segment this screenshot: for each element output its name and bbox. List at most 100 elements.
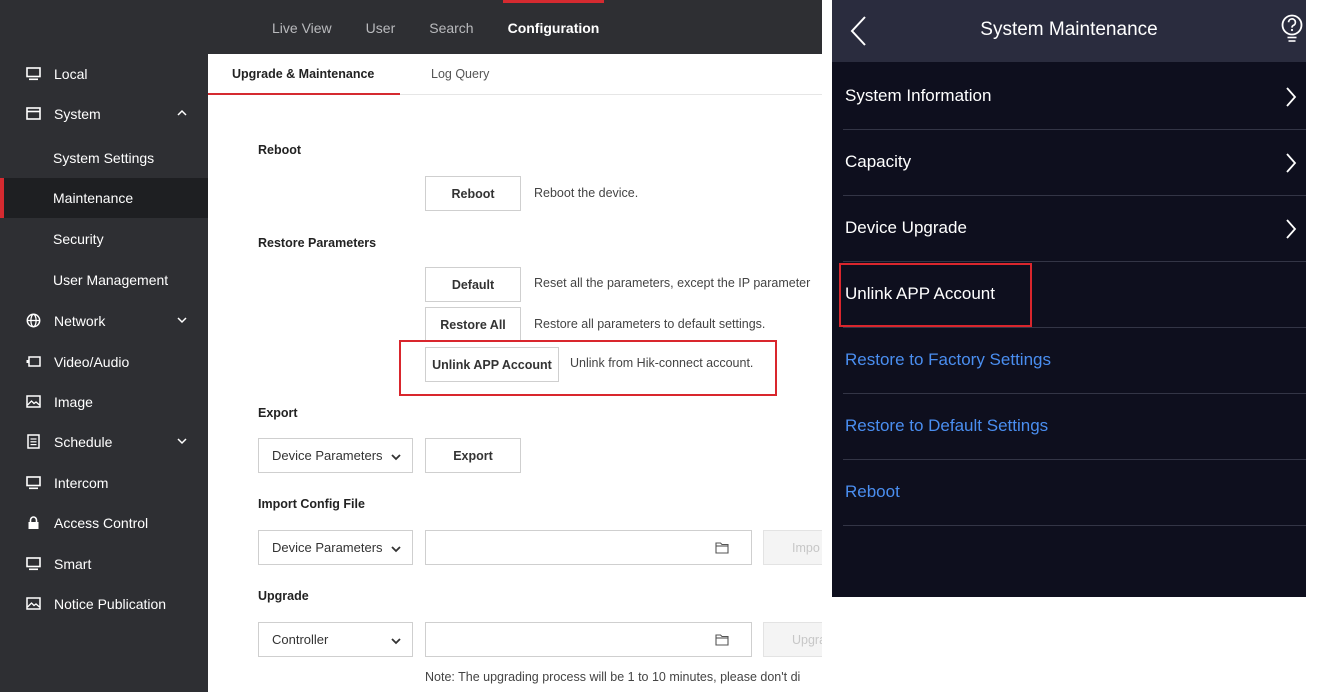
- upgrade-target-select[interactable]: Controller: [258, 622, 413, 657]
- import-section-title: Import Config File: [258, 497, 365, 511]
- reboot-description: Reboot the device.: [534, 186, 639, 200]
- import-type-select[interactable]: Device Parameters: [258, 530, 413, 565]
- sidebar-item-image[interactable]: Image: [0, 382, 208, 422]
- sidebar-item-label: Notice Publication: [54, 596, 167, 612]
- mobile-row-label: Restore to Factory Settings: [845, 350, 1051, 369]
- nav-search[interactable]: Search: [412, 0, 490, 54]
- restore-all-button[interactable]: Restore All: [425, 307, 521, 342]
- folder-icon[interactable]: [715, 541, 729, 554]
- mobile-row-device-upgrade[interactable]: Device Upgrade: [832, 196, 1306, 262]
- mobile-row-capacity[interactable]: Capacity: [832, 130, 1306, 196]
- sidebar: Local System System Settings Maintenance…: [0, 54, 208, 692]
- monitor-icon: [26, 67, 41, 81]
- window-icon: [26, 107, 41, 120]
- mobile-row-reboot[interactable]: Reboot: [832, 460, 1306, 526]
- export-select-value: Device Parameters: [272, 448, 383, 463]
- export-section-title: Export: [258, 406, 298, 420]
- globe-icon: [26, 313, 41, 328]
- upgrade-section-title: Upgrade: [258, 589, 309, 603]
- chevron-right-icon: [1286, 153, 1297, 173]
- sidebar-item-label: Video/Audio: [54, 354, 130, 370]
- mobile-row-system-information[interactable]: System Information: [832, 64, 1306, 130]
- sidebar-item-maintenance[interactable]: Maintenance: [0, 178, 208, 218]
- chevron-down-icon: [391, 546, 401, 553]
- sidebar-item-network[interactable]: Network: [0, 301, 208, 341]
- chevron-down-icon: [391, 638, 401, 645]
- export-button[interactable]: Export: [425, 438, 521, 473]
- import-button[interactable]: Impo: [763, 530, 822, 565]
- nav-live-view[interactable]: Live View: [255, 0, 349, 54]
- reboot-section-title: Reboot: [258, 143, 302, 157]
- sidebar-item-label: System: [54, 106, 101, 122]
- mobile-row-label: Reboot: [845, 482, 900, 501]
- mobile-header: System Maintenance: [832, 0, 1306, 62]
- sidebar-item-label: User Management: [53, 272, 169, 288]
- upgrade-select-value: Controller: [272, 632, 329, 647]
- mobile-system-maintenance-screen: System Maintenance System Information Ca…: [832, 0, 1306, 597]
- sidebar-item-access-control[interactable]: Access Control: [0, 503, 208, 543]
- row-divider: [843, 525, 1306, 526]
- mobile-page-title: System Maintenance: [980, 19, 1158, 40]
- upgrade-note: Note: The upgrading process will be 1 to…: [425, 670, 801, 684]
- sidebar-item-label: System Settings: [53, 150, 155, 166]
- sidebar-item-local[interactable]: Local: [0, 54, 208, 94]
- video-icon: [26, 356, 41, 367]
- sidebar-item-user-management[interactable]: User Management: [0, 260, 208, 300]
- nav-user[interactable]: User: [349, 0, 413, 54]
- import-select-value: Device Parameters: [272, 540, 383, 555]
- mobile-row-label: Device Upgrade: [845, 218, 967, 237]
- mobile-row-label: System Information: [845, 86, 992, 105]
- image-icon: [26, 597, 41, 610]
- export-type-select[interactable]: Device Parameters: [258, 438, 413, 473]
- lock-icon: [28, 516, 39, 529]
- schedule-icon: [27, 434, 40, 449]
- tab-upgrade-maintenance[interactable]: Upgrade & Maintenance: [207, 54, 401, 95]
- sidebar-item-system[interactable]: System: [0, 94, 208, 134]
- sidebar-item-label: Intercom: [54, 475, 109, 491]
- sidebar-item-security[interactable]: Security: [0, 219, 208, 259]
- highlight-box: [399, 340, 777, 396]
- import-file-path-input[interactable]: [425, 530, 752, 565]
- sidebar-item-label: Access Control: [54, 515, 149, 531]
- mobile-row-label: Capacity: [845, 152, 912, 171]
- tab-log-query[interactable]: Log Query: [431, 54, 489, 94]
- top-navigation-bar: Live View User Search Configuration: [0, 0, 822, 54]
- sidebar-item-label: Security: [53, 231, 104, 247]
- sidebar-item-label: Image: [54, 394, 93, 410]
- monitor-icon: [26, 557, 41, 571]
- web-config-panel: Live View User Search Configuration Loca…: [0, 0, 822, 692]
- upgrade-file-path-input[interactable]: [425, 622, 752, 657]
- highlight-box: [839, 263, 1032, 327]
- sidebar-item-label: Maintenance: [53, 190, 134, 206]
- default-button[interactable]: Default: [425, 267, 521, 302]
- sidebar-item-label: Network: [54, 313, 106, 329]
- chevron-right-icon: [1286, 87, 1297, 107]
- help-bulb-icon[interactable]: [1281, 14, 1303, 46]
- content-tabs: Upgrade & Maintenance Log Query: [207, 54, 822, 95]
- mobile-row-restore-factory[interactable]: Restore to Factory Settings: [832, 328, 1306, 394]
- chevron-down-icon: [177, 317, 187, 324]
- image-icon: [26, 395, 41, 408]
- restore-section-title: Restore Parameters: [258, 236, 377, 250]
- mobile-row-restore-default[interactable]: Restore to Default Settings: [832, 394, 1306, 460]
- chevron-up-icon: [177, 109, 187, 116]
- restore-all-description: Restore all parameters to default settin…: [534, 317, 766, 331]
- nav-configuration[interactable]: Configuration: [491, 0, 617, 54]
- sidebar-item-notice-publication[interactable]: Notice Publication: [0, 584, 208, 624]
- chevron-down-icon: [391, 454, 401, 461]
- monitor-icon: [26, 476, 41, 490]
- sidebar-item-label: Local: [54, 66, 88, 82]
- upgrade-button[interactable]: Upgra: [763, 622, 822, 657]
- mobile-row-label: Restore to Default Settings: [845, 416, 1049, 435]
- sidebar-item-smart[interactable]: Smart: [0, 544, 208, 584]
- sidebar-item-intercom[interactable]: Intercom: [0, 463, 208, 503]
- sidebar-item-schedule[interactable]: Schedule: [0, 422, 208, 462]
- reboot-button[interactable]: Reboot: [425, 176, 521, 211]
- default-description: Reset all the parameters, except the IP …: [534, 276, 811, 290]
- folder-icon[interactable]: [715, 633, 729, 646]
- sidebar-item-system-settings[interactable]: System Settings: [0, 138, 208, 178]
- sidebar-item-video-audio[interactable]: Video/Audio: [0, 342, 208, 382]
- sidebar-item-label: Schedule: [54, 434, 113, 450]
- sidebar-item-label: Smart: [54, 556, 92, 572]
- chevron-down-icon: [177, 438, 187, 445]
